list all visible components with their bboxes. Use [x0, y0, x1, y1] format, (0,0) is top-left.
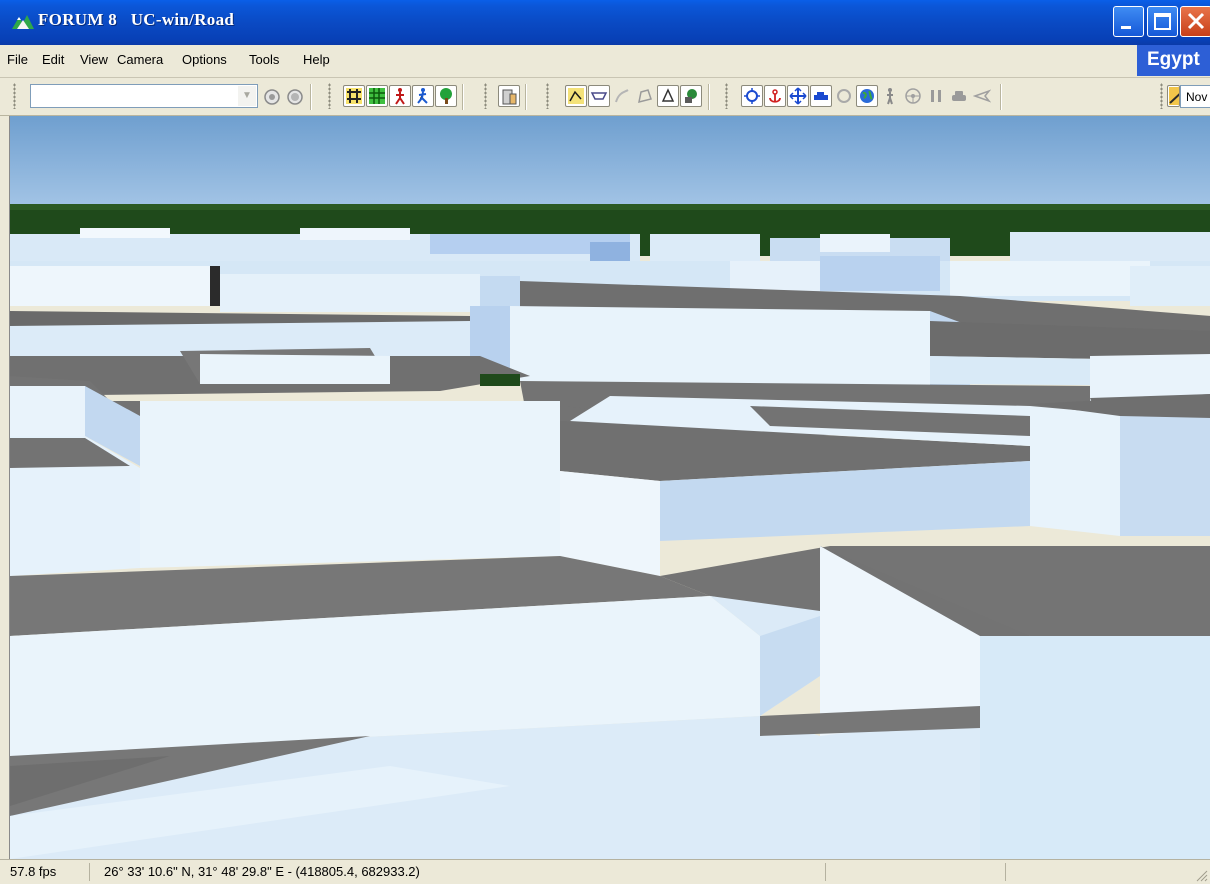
maximize-button[interactable] [1147, 6, 1178, 37]
walk-icon [417, 88, 428, 104]
terrain-icon [369, 88, 385, 104]
globe-icon [860, 89, 874, 103]
toolbar-separator [1000, 84, 1001, 110]
rotate-icon [661, 88, 675, 102]
edit-curve-icon [615, 89, 629, 103]
edit-curve-button[interactable] [611, 85, 633, 107]
title-bar: FORUM 8 UC-win/Road [0, 0, 1210, 45]
record-button[interactable] [260, 85, 282, 107]
fly-icon [837, 89, 851, 103]
pause-button[interactable] [925, 85, 947, 107]
move-icon [789, 87, 807, 105]
terrain-button[interactable] [366, 85, 388, 107]
plane-button[interactable] [971, 85, 993, 107]
car-icon [952, 91, 966, 101]
globe-button[interactable] [856, 85, 878, 107]
road-network-icon [346, 88, 362, 104]
stop-button[interactable] [283, 85, 305, 107]
toolbar-separator [525, 84, 526, 110]
toolbar-separator [462, 84, 463, 110]
toolbar-grip[interactable] [546, 83, 549, 109]
toolbar-grip[interactable] [328, 83, 331, 109]
foreground-large-building [10, 546, 1210, 859]
menu-camera[interactable]: Camera [117, 52, 163, 67]
edit-shape-icon [638, 89, 652, 104]
pedestrian-button[interactable] [389, 85, 411, 107]
status-panel-empty-2 [1006, 863, 1196, 881]
menu-help[interactable]: Help [303, 52, 330, 67]
city-scene [10, 116, 1210, 859]
menu-bar: File Edit View Camera Options Tools Help [0, 45, 1210, 78]
building-button[interactable] [498, 85, 520, 107]
car-button[interactable] [948, 85, 970, 107]
walk-button[interactable] [412, 85, 434, 107]
minimize-icon [1121, 26, 1131, 29]
pause-icon [931, 90, 941, 102]
landscape-button[interactable] [680, 85, 702, 107]
move-button[interactable] [787, 85, 809, 107]
orbit-button[interactable] [741, 85, 763, 107]
cross-section-icon [590, 92, 608, 100]
menu-edit[interactable]: Edit [42, 52, 64, 67]
toolbar-grip[interactable] [1160, 83, 1163, 109]
3d-viewport[interactable] [9, 116, 1210, 859]
plane-icon [973, 89, 991, 103]
tree-button[interactable] [435, 85, 457, 107]
status-bar: 57.8 fps 26° 33' 10.6" N, 31° 48' 29.8" … [0, 859, 1210, 884]
drive-icon [814, 92, 828, 100]
minimize-button[interactable] [1113, 6, 1144, 37]
edit-shape-button[interactable] [634, 85, 656, 107]
drive-button[interactable] [810, 85, 832, 107]
road-network-button[interactable] [343, 85, 365, 107]
fps-readout: 57.8 fps [6, 863, 90, 881]
window-title: FORUM 8 UC-win/Road [38, 10, 235, 29]
close-icon [1187, 12, 1205, 30]
cross-section-button[interactable] [588, 85, 610, 107]
orbit-icon [744, 88, 760, 104]
anchor-button[interactable] [764, 85, 786, 107]
scenario-icon [1169, 87, 1179, 105]
toolbar-grip[interactable] [725, 83, 728, 109]
chevron-down-icon[interactable]: ▼ [238, 86, 256, 106]
status-panel-empty [826, 863, 1006, 881]
resize-grip-icon[interactable] [1194, 868, 1208, 882]
person-button[interactable] [879, 85, 901, 107]
pedestrian-icon [395, 88, 405, 105]
menu-file[interactable]: File [7, 52, 28, 67]
forum8-logo-icon [12, 15, 34, 29]
steering-icon [905, 88, 921, 104]
stop-icon [287, 89, 303, 105]
toolbar: ▼ Nov [0, 78, 1210, 116]
rotate-button[interactable] [657, 85, 679, 107]
fly-button[interactable] [833, 85, 855, 107]
now-field[interactable]: Nov [1180, 85, 1210, 108]
steering-button[interactable] [902, 85, 924, 107]
close-button[interactable] [1180, 6, 1210, 37]
maximize-icon [1154, 13, 1171, 30]
view-combo[interactable]: ▼ [30, 84, 258, 108]
scenario-button[interactable] [1167, 85, 1180, 107]
toolbar-separator [310, 84, 311, 110]
toolbar-grip[interactable] [13, 83, 16, 109]
sky [10, 116, 1210, 216]
record-icon [264, 89, 280, 105]
menu-view[interactable]: View [80, 52, 108, 67]
anchor-icon [769, 89, 781, 103]
tree-icon [440, 88, 452, 104]
region-badge: Egypt [1137, 45, 1210, 76]
toolbar-grip[interactable] [484, 83, 487, 109]
map-button[interactable] [565, 85, 587, 107]
menu-options[interactable]: Options [182, 52, 227, 67]
coordinate-readout: 26° 33' 10.6" N, 31° 48' 29.8" E - (4188… [96, 863, 826, 881]
toolbar-separator [708, 84, 709, 110]
map-icon [568, 88, 584, 104]
person-icon [887, 88, 893, 105]
building-icon [502, 89, 517, 105]
menu-tools[interactable]: Tools [249, 52, 279, 67]
landscape-icon [685, 89, 697, 103]
